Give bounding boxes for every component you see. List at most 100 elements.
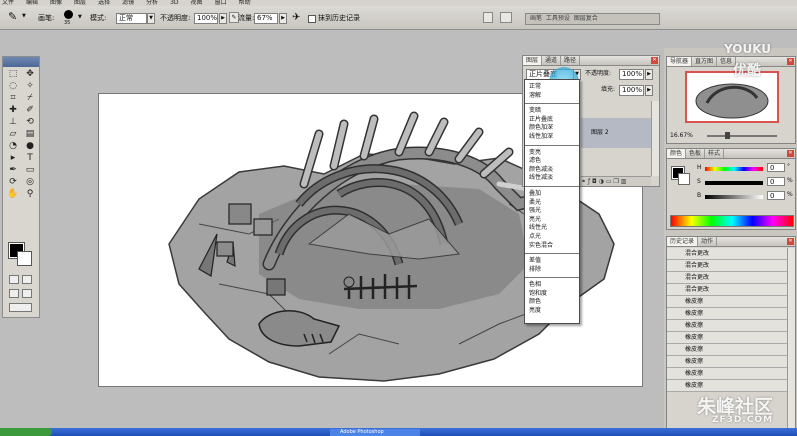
blend-option[interactable]: 实色混合 (529, 242, 579, 251)
brush-preview-icon[interactable] (64, 10, 73, 19)
blend-option[interactable]: 线性加深 (529, 133, 579, 142)
shape-tool-icon[interactable]: ▭ (22, 165, 38, 176)
brush-tool-icon[interactable]: ✐ (22, 105, 38, 116)
healing-tool-icon[interactable]: ✚ (5, 105, 21, 116)
flow-input[interactable]: 67% (254, 13, 278, 24)
layer-opacity-input[interactable]: 100% (619, 69, 644, 80)
history-item[interactable]: 混合更改 (667, 272, 789, 284)
adjustment-icon[interactable]: ◑ (599, 178, 604, 185)
navigator-zoom-thumb[interactable] (725, 132, 730, 139)
eraser-tool-icon[interactable]: ✎ (8, 10, 17, 23)
mask-icon[interactable]: ◘ (592, 178, 597, 185)
airbrush-icon[interactable]: ✈ (292, 12, 300, 23)
channel-b-input[interactable]: 0 (767, 191, 785, 200)
screen-mode-icon[interactable] (9, 289, 19, 298)
blend-option[interactable]: 差值 (529, 257, 579, 266)
spectrum-bar[interactable] (670, 215, 794, 227)
navigator-preview[interactable] (685, 71, 779, 123)
screen-mode-alt-icon[interactable] (22, 289, 32, 298)
history-item[interactable]: 橡皮擦 (667, 296, 789, 308)
history-brush-tool-icon[interactable]: ⟲ (22, 117, 38, 128)
tab-channels[interactable]: 通道 (542, 56, 562, 65)
well-tab-brushes[interactable]: 画笔 (530, 15, 542, 22)
blend-option[interactable]: 线性光 (529, 224, 579, 233)
link-layers-icon[interactable]: ⚭ (581, 178, 586, 185)
dodge-tool-icon[interactable]: ● (22, 141, 38, 152)
gradient-tool-icon[interactable]: ▤ (22, 129, 38, 140)
folder-icon[interactable]: ▭ (606, 178, 612, 185)
channel-s-slider[interactable] (705, 181, 763, 185)
channel-s-input[interactable]: 0 (767, 177, 785, 186)
erase-to-history-checkbox[interactable] (308, 15, 316, 23)
layer-row-selected[interactable]: 图层 2 (581, 118, 651, 148)
tab-layers[interactable]: 图层 (523, 56, 543, 65)
layers-close-icon[interactable]: ✕ (651, 57, 658, 64)
tab-history[interactable]: 历史记录 (667, 237, 699, 246)
tab-histogram[interactable]: 直方图 (692, 57, 718, 66)
well-tab-presets[interactable]: 工具预设 (546, 15, 570, 22)
history-item[interactable]: 橡皮擦 (667, 332, 789, 344)
3d-orbit-tool-icon[interactable]: ◎ (22, 177, 38, 188)
blend-option[interactable]: 变亮 (529, 149, 579, 158)
history-item[interactable]: 橡皮擦 (667, 308, 789, 320)
opacity-slider-arrow-icon[interactable]: ▶ (219, 13, 227, 24)
history-item[interactable]: 橡皮擦 (667, 320, 789, 332)
crop-tool-icon[interactable]: ⌗ (5, 93, 21, 104)
eraser-tool-icon[interactable]: ▱ (5, 129, 21, 140)
channel-h-input[interactable]: 0 (767, 163, 785, 172)
blend-option[interactable]: 变暗 (529, 107, 579, 116)
blur-tool-icon[interactable]: ◔ (5, 141, 21, 152)
3d-rotate-tool-icon[interactable]: ⟳ (5, 177, 21, 188)
pen-tool-icon[interactable]: ✒ (5, 165, 21, 176)
tab-color[interactable]: 颜色 (667, 149, 687, 158)
history-item[interactable]: 混合更改 (667, 260, 789, 272)
new-layer-icon[interactable]: ❐ (613, 178, 618, 185)
hand-tool-icon[interactable]: ✋ (5, 189, 21, 200)
brush-picker-arrow-icon[interactable]: ▼ (78, 14, 82, 20)
tab-paths[interactable]: 路径 (561, 56, 581, 65)
panel-well-toggle-icon[interactable] (500, 12, 512, 23)
navigator-zoom-slider[interactable] (707, 135, 777, 137)
channel-h-slider[interactable] (705, 167, 763, 171)
tab-swatches[interactable]: 色板 (686, 149, 706, 158)
magic-wand-tool-icon[interactable]: ✧ (22, 81, 38, 92)
tab-actions[interactable]: 动作 (698, 237, 718, 246)
blend-option[interactable]: 柔光 (529, 199, 579, 208)
fx-icon[interactable]: ƒ (588, 178, 590, 185)
trash-icon[interactable]: ▥ (621, 178, 627, 185)
type-tool-icon[interactable]: T (22, 153, 38, 164)
stamp-tool-icon[interactable]: ⊥ (5, 117, 21, 128)
path-select-tool-icon[interactable]: ▸ (5, 153, 21, 164)
blend-option[interactable]: 亮度 (529, 307, 579, 316)
edit-in-imageready-icon[interactable] (9, 303, 32, 312)
eyedropper-tool-icon[interactable]: ⌿ (22, 93, 38, 104)
well-tab-comps[interactable]: 图层复合 (574, 15, 598, 22)
fill-input[interactable]: 100% (619, 85, 644, 96)
blend-option[interactable]: 滤色 (529, 157, 579, 166)
layer-opacity-arrow-icon[interactable]: ▶ (645, 69, 653, 80)
blend-option[interactable]: 色相 (529, 281, 579, 290)
move-tool-icon[interactable]: ✥ (22, 69, 38, 80)
blend-option[interactable]: 正常 (529, 83, 579, 92)
mode-select[interactable]: 正常 (116, 13, 147, 24)
history-item[interactable]: 混合更改 (667, 284, 789, 296)
flow-slider-arrow-icon[interactable]: ▶ (279, 13, 287, 24)
lasso-tool-icon[interactable]: ◌ (5, 81, 21, 92)
zoom-tool-icon[interactable]: ⚲ (22, 189, 38, 200)
blend-option[interactable]: 点光 (529, 233, 579, 242)
tab-styles[interactable]: 样式 (705, 149, 725, 158)
standard-mode-icon[interactable] (9, 275, 19, 284)
history-item[interactable]: 橡皮擦 (667, 368, 789, 380)
color-close-icon[interactable]: ✕ (787, 150, 794, 157)
tool-preset-arrow-icon[interactable]: ▼ (22, 13, 26, 19)
history-item[interactable]: 橡皮擦 (667, 380, 789, 392)
layers-scrollbar[interactable] (651, 101, 659, 176)
blend-option[interactable]: 颜色 (529, 298, 579, 307)
navigator-zoom[interactable]: 16.67% (670, 131, 693, 141)
start-button[interactable] (0, 428, 52, 436)
tab-navigator[interactable]: 导航器 (667, 57, 693, 66)
opacity-input[interactable]: 100% (194, 13, 218, 24)
blend-option[interactable]: 叠加 (529, 190, 579, 199)
background-color-swatch[interactable] (17, 251, 32, 266)
quick-mask-icon[interactable] (22, 275, 32, 284)
